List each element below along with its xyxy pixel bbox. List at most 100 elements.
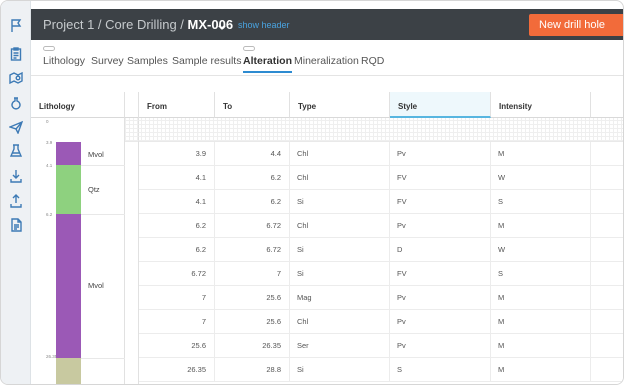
cell-from[interactable]: 3.9 xyxy=(139,142,215,166)
cell-to[interactable]: 6.2 xyxy=(215,190,290,214)
table-row[interactable]: 6.2 6.72 Chl Pv M xyxy=(31,214,623,238)
tab-mineralization[interactable]: Mineralization xyxy=(294,55,359,67)
beaker-icon[interactable] xyxy=(7,142,25,160)
cell-empty[interactable] xyxy=(591,358,623,382)
cell-from[interactable]: 6.72 xyxy=(139,262,215,286)
cell-intensity[interactable]: W xyxy=(491,238,591,262)
cell-style[interactable]: FV xyxy=(390,262,491,286)
cell-style[interactable]: FV xyxy=(390,166,491,190)
cell-intensity[interactable]: S xyxy=(491,190,591,214)
cell-type[interactable]: Mag xyxy=(290,286,390,310)
cell-type[interactable]: Si xyxy=(290,190,390,214)
cell-from[interactable]: 26.35 xyxy=(139,358,215,382)
cell-empty[interactable] xyxy=(591,334,623,358)
tab-label: RQD xyxy=(361,55,385,67)
chevron-down-icon[interactable] xyxy=(217,19,227,30)
cell-empty[interactable] xyxy=(591,262,623,286)
cell-to[interactable]: 26.35 xyxy=(215,334,290,358)
cell-type[interactable]: Ser xyxy=(290,334,390,358)
cell-to[interactable]: 7 xyxy=(215,262,290,286)
clipboard-icon[interactable] xyxy=(7,45,25,63)
new-drill-hole-button[interactable]: New drill hole ∨ xyxy=(529,14,623,36)
tab-rqd[interactable]: RQD xyxy=(361,55,384,67)
column-header-from[interactable]: From xyxy=(139,92,215,118)
cell-intensity[interactable]: M xyxy=(491,142,591,166)
breadcrumb-section[interactable]: Core Drilling xyxy=(105,17,177,32)
cell-empty[interactable] xyxy=(591,142,623,166)
cell-intensity[interactable]: M xyxy=(491,310,591,334)
cell-style[interactable]: Pv xyxy=(390,214,491,238)
table-row[interactable]: 7 25.6 Mag Pv M xyxy=(31,286,623,310)
cell-intensity[interactable]: S xyxy=(491,262,591,286)
flag-icon[interactable] xyxy=(7,17,25,35)
cell-to[interactable]: 6.2 xyxy=(215,166,290,190)
cell-from[interactable]: 4.1 xyxy=(139,166,215,190)
cell-intensity[interactable]: M xyxy=(491,358,591,382)
cell-style[interactable]: Pv xyxy=(390,334,491,358)
tab-sample-results[interactable]: Sample results xyxy=(172,55,241,67)
cell-empty[interactable] xyxy=(591,166,623,190)
cell-style[interactable]: S xyxy=(390,358,491,382)
table-row[interactable]: 6.2 6.72 Si D W xyxy=(31,238,623,262)
cell-to[interactable]: 6.72 xyxy=(215,214,290,238)
cell-to[interactable]: 4.4 xyxy=(215,142,290,166)
table-row[interactable]: 25.6 26.35 Ser Pv M xyxy=(31,334,623,358)
breadcrumb-project[interactable]: Project 1 xyxy=(43,17,94,32)
cell-empty[interactable] xyxy=(591,190,623,214)
cell-intensity[interactable]: M xyxy=(491,334,591,358)
new-row-placeholder[interactable] xyxy=(125,118,623,142)
cell-style[interactable]: D xyxy=(390,238,491,262)
column-header-intensity[interactable]: Intensity xyxy=(491,92,591,118)
column-header-style[interactable]: Style xyxy=(390,92,491,118)
table-row[interactable]: 6.72 7 Si FV S xyxy=(31,262,623,286)
cell-empty[interactable] xyxy=(591,310,623,334)
cell-type[interactable]: Si xyxy=(290,262,390,286)
table-row[interactable]: 26.35 28.8 Si S M xyxy=(31,358,623,382)
cell-style[interactable]: Pv xyxy=(390,142,491,166)
cell-to[interactable]: 28.8 xyxy=(215,358,290,382)
cell-intensity[interactable]: W xyxy=(491,166,591,190)
cell-type[interactable]: Chl xyxy=(290,214,390,238)
cell-type[interactable]: Chl xyxy=(290,166,390,190)
table-row[interactable]: 7 25.6 Chl Pv M xyxy=(31,310,623,334)
cell-empty[interactable] xyxy=(591,238,623,262)
cell-from[interactable]: 7 xyxy=(139,310,215,334)
cell-style[interactable]: FV xyxy=(390,190,491,214)
tab-samples[interactable]: Samples xyxy=(127,55,168,67)
cell-type[interactable]: Si xyxy=(290,238,390,262)
table-row[interactable]: 4.1 6.2 Si FV S xyxy=(31,190,623,214)
cell-empty[interactable] xyxy=(591,286,623,310)
column-header-type[interactable]: Type xyxy=(290,92,390,118)
cell-style[interactable]: Pv xyxy=(390,310,491,334)
cell-from[interactable]: 4.1 xyxy=(139,190,215,214)
cell-to[interactable]: 25.6 xyxy=(215,310,290,334)
cell-to[interactable]: 25.6 xyxy=(215,286,290,310)
table-row[interactable]: 4.1 6.2 Chl FV W xyxy=(31,166,623,190)
cell-from[interactable]: 6.2 xyxy=(139,214,215,238)
cell-type[interactable]: Chl xyxy=(290,310,390,334)
cell-type[interactable]: Chl xyxy=(290,142,390,166)
flask-bottle-icon[interactable] xyxy=(7,95,25,113)
cell-type[interactable]: Si xyxy=(290,358,390,382)
upload-icon[interactable] xyxy=(7,192,25,210)
column-header-to[interactable]: To xyxy=(215,92,290,118)
cell-empty[interactable] xyxy=(591,214,623,238)
document-icon[interactable] xyxy=(7,216,25,234)
cell-from[interactable]: 7 xyxy=(139,286,215,310)
show-header-link[interactable]: show header xyxy=(238,20,290,30)
column-header-lithology[interactable]: Lithology xyxy=(31,92,125,118)
cell-intensity[interactable]: M xyxy=(491,286,591,310)
table-row[interactable]: 3.9 4.4 Chl Pv M xyxy=(31,142,623,166)
send-icon[interactable] xyxy=(7,118,25,136)
tab-alteration[interactable]: Alteration xyxy=(243,46,293,73)
map-icon[interactable] xyxy=(7,69,25,87)
cell-to[interactable]: 6.72 xyxy=(215,238,290,262)
tab-survey[interactable]: Survey xyxy=(91,55,124,67)
cell-intensity[interactable]: M xyxy=(491,214,591,238)
cell-from[interactable]: 6.2 xyxy=(139,238,215,262)
tab-lithology[interactable]: Lithology xyxy=(43,46,85,67)
breadcrumb-separator: / xyxy=(94,17,106,32)
download-icon[interactable] xyxy=(7,167,25,185)
cell-from[interactable]: 25.6 xyxy=(139,334,215,358)
cell-style[interactable]: Pv xyxy=(390,286,491,310)
